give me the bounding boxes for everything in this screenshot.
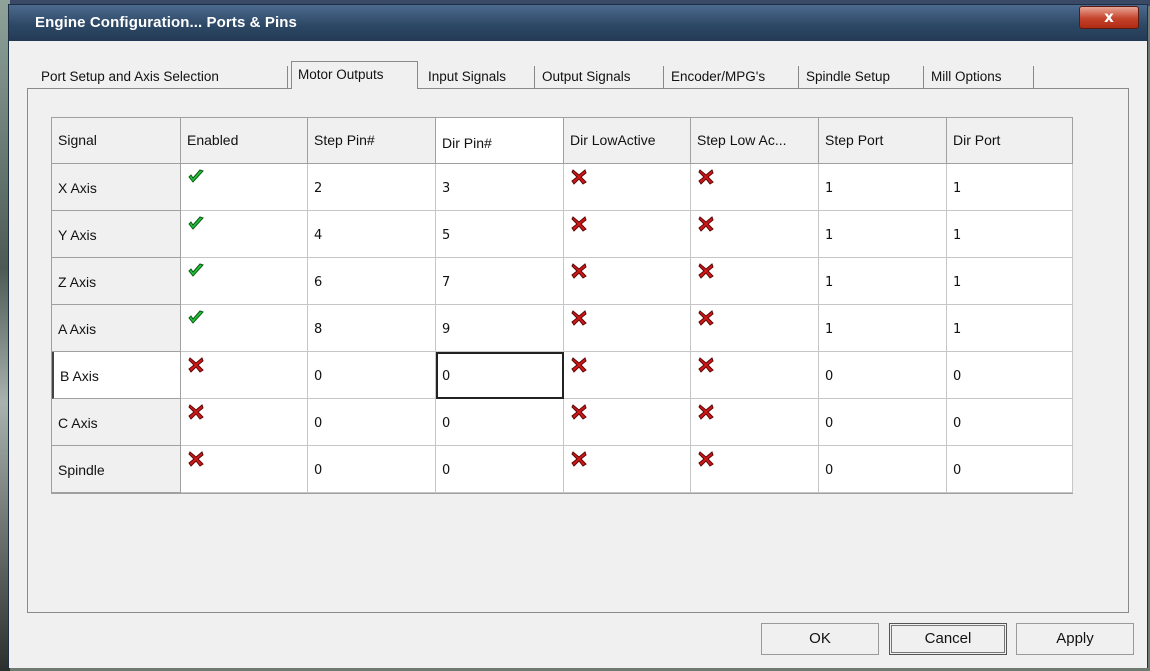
cell-enabled[interactable] [181, 164, 308, 211]
row-header-signal[interactable]: A Axis [52, 305, 181, 352]
cell-step-low-active[interactable] [691, 211, 819, 258]
tab-spindle-setup[interactable]: Spindle Setup [800, 66, 924, 88]
cell-dir-port[interactable]: 0 [947, 352, 1073, 399]
table-row[interactable]: B Axis 0 0 0 0 [52, 352, 1073, 399]
cell-step-low-active[interactable] [691, 164, 819, 211]
cell-step-low-active[interactable] [691, 399, 819, 446]
cell-dir-low-active[interactable] [564, 211, 691, 258]
cell-step-low-active[interactable] [691, 305, 819, 352]
cell-dir-pin[interactable]: 0 [436, 446, 564, 493]
ok-button[interactable]: OK [761, 623, 879, 655]
cell-step-port[interactable]: 1 [819, 211, 947, 258]
tab-motor-outputs[interactable]: Motor Outputs [291, 61, 418, 89]
cell-step-pin[interactable]: 0 [308, 446, 436, 493]
cell-enabled[interactable] [181, 446, 308, 493]
cell-dir-pin[interactable]: 9 [436, 305, 564, 352]
table-row[interactable]: A Axis 8 9 1 1 [52, 305, 1073, 352]
cell-dir-port[interactable]: 1 [947, 258, 1073, 305]
cell-dir-port[interactable]: 0 [947, 399, 1073, 446]
cell-step-port[interactable]: 1 [819, 164, 947, 211]
title-bar[interactable]: Engine Configuration... Ports & Pins x [9, 5, 1147, 41]
cell-dir-pin[interactable]: 3 [436, 164, 564, 211]
close-button[interactable]: x [1079, 6, 1139, 29]
cell-step-low-active[interactable] [691, 258, 819, 305]
cell-dir-port[interactable]: 1 [947, 211, 1073, 258]
row-header-signal[interactable]: Z Axis [52, 258, 181, 305]
column-header-dir-low-active[interactable]: Dir LowActive [564, 118, 691, 164]
cell-dir-port[interactable]: 1 [947, 164, 1073, 211]
cell-dir-pin[interactable]: 7 [436, 258, 564, 305]
cell-step-pin[interactable]: 6 [308, 258, 436, 305]
motor-outputs-grid[interactable]: Signal Enabled Step Pin# Dir Pin# Dir Lo… [51, 117, 1073, 494]
cell-step-pin[interactable]: 4 [308, 211, 436, 258]
table-row[interactable]: Z Axis 6 7 1 1 [52, 258, 1073, 305]
cell-step-port[interactable]: 1 [819, 258, 947, 305]
dialog-body: Port Setup and Axis Selection Motor Outp… [9, 41, 1147, 668]
cell-dir-pin[interactable]: 0 [436, 352, 564, 399]
cell-dir-port[interactable]: 0 [947, 446, 1073, 493]
cell-step-low-active[interactable] [691, 446, 819, 493]
window-title: Engine Configuration... Ports & Pins [35, 14, 297, 31]
cell-step-pin[interactable]: 0 [308, 352, 436, 399]
cell-enabled[interactable] [181, 211, 308, 258]
cell-step-low-active[interactable] [691, 352, 819, 399]
config-dialog: Engine Configuration... Ports & Pins x P… [8, 4, 1148, 668]
cell-enabled[interactable] [181, 399, 308, 446]
row-header-signal[interactable]: X Axis [52, 164, 181, 211]
cell-dir-low-active[interactable] [564, 352, 691, 399]
table-row[interactable]: X Axis 2 3 1 1 [52, 164, 1073, 211]
table-row[interactable]: Y Axis 4 5 1 1 [52, 211, 1073, 258]
cell-dir-low-active[interactable] [564, 305, 691, 352]
row-header-signal[interactable]: C Axis [52, 399, 181, 446]
tab-encoder-mpg[interactable]: Encoder/MPG's [665, 66, 799, 88]
cell-enabled[interactable] [181, 258, 308, 305]
grid-header-row: Signal Enabled Step Pin# Dir Pin# Dir Lo… [52, 118, 1073, 164]
cell-step-port[interactable]: 0 [819, 446, 947, 493]
row-header-signal[interactable]: Spindle [52, 446, 181, 493]
cancel-button[interactable]: Cancel [889, 623, 1007, 655]
cell-step-pin[interactable]: 2 [308, 164, 436, 211]
cell-step-port[interactable]: 0 [819, 352, 947, 399]
apply-button[interactable]: Apply [1016, 623, 1134, 655]
table-row[interactable]: Spindle 0 0 0 0 [52, 446, 1073, 493]
cell-step-port[interactable]: 0 [819, 399, 947, 446]
tab-output-signals[interactable]: Output Signals [536, 66, 664, 88]
cell-step-port[interactable]: 1 [819, 305, 947, 352]
cell-dir-low-active[interactable] [564, 164, 691, 211]
cell-dir-low-active[interactable] [564, 446, 691, 493]
cell-dir-port[interactable]: 1 [947, 305, 1073, 352]
row-header-signal[interactable]: B Axis [52, 352, 181, 399]
column-header-signal[interactable]: Signal [52, 118, 181, 164]
table-row[interactable]: C Axis 0 0 0 0 [52, 399, 1073, 446]
cell-step-pin[interactable]: 8 [308, 305, 436, 352]
column-header-step-low-active[interactable]: Step Low Ac... [691, 118, 819, 164]
cell-dir-low-active[interactable] [564, 258, 691, 305]
column-header-dir-port[interactable]: Dir Port [947, 118, 1073, 164]
row-header-signal[interactable]: Y Axis [52, 211, 181, 258]
cell-enabled[interactable] [181, 305, 308, 352]
cell-dir-pin[interactable]: 5 [436, 211, 564, 258]
column-header-enabled[interactable]: Enabled [181, 118, 308, 164]
tab-port-setup[interactable]: Port Setup and Axis Selection [35, 66, 288, 88]
column-header-step-pin[interactable]: Step Pin# [308, 118, 436, 164]
cell-step-pin[interactable]: 0 [308, 399, 436, 446]
cell-dir-low-active[interactable] [564, 399, 691, 446]
column-header-step-port[interactable]: Step Port [819, 118, 947, 164]
column-header-dir-pin[interactable]: Dir Pin# [436, 118, 564, 164]
tab-input-signals[interactable]: Input Signals [422, 66, 535, 88]
tab-mill-options[interactable]: Mill Options [925, 66, 1034, 88]
cell-enabled[interactable] [181, 352, 308, 399]
cell-dir-pin[interactable]: 0 [436, 399, 564, 446]
